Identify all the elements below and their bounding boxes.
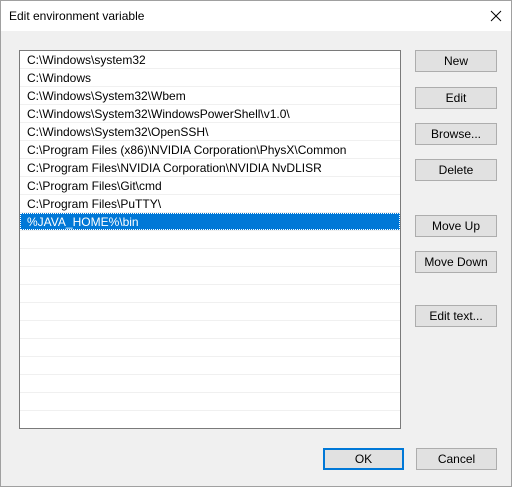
empty-list-row[interactable] [20,321,400,339]
title-bar: Edit environment variable [1,1,511,31]
empty-list-row[interactable] [20,267,400,285]
list-item[interactable]: %JAVA_HOME%\bin [20,213,400,231]
move-up-button[interactable]: Move Up [415,215,497,237]
list-item[interactable]: C:\Windows [20,69,400,87]
edit-button[interactable]: Edit [415,87,497,109]
empty-list-row[interactable] [20,231,400,249]
empty-list-row[interactable] [20,339,400,357]
edit-text-button[interactable]: Edit text... [415,305,497,327]
empty-list-row[interactable] [20,357,400,375]
empty-list-row[interactable] [20,411,400,428]
close-icon [490,10,502,22]
list-item[interactable]: C:\Windows\system32 [20,51,400,69]
delete-button[interactable]: Delete [415,159,497,181]
new-button[interactable]: New [415,50,497,72]
empty-list-row[interactable] [20,249,400,267]
list-item[interactable]: C:\Program Files\NVIDIA Corporation\NVID… [20,159,400,177]
ok-button[interactable]: OK [323,448,404,470]
path-list[interactable]: C:\Windows\system32 C:\Windows C:\Windows\… [19,50,401,429]
browse-button[interactable]: Browse... [415,123,497,145]
empty-list-row[interactable] [20,393,400,411]
dialog-title: Edit environment variable [9,9,145,23]
list-item[interactable]: C:\Program Files\Git\cmd [20,177,400,195]
cancel-button[interactable]: Cancel [416,448,497,470]
list-item[interactable]: C:\Windows\System32\Wbem [20,87,400,105]
close-button[interactable] [481,1,511,31]
list-item[interactable]: C:\Windows\System32\WindowsPowerShell\v1… [20,105,400,123]
list-item[interactable]: C:\Program Files\PuTTY\ [20,195,400,213]
edit-environment-variable-dialog: Edit environment variable C:\Windows\sys… [0,0,512,487]
move-down-button[interactable]: Move Down [415,251,497,273]
empty-list-row[interactable] [20,375,400,393]
empty-list-row[interactable] [20,285,400,303]
list-item[interactable]: C:\Program Files (x86)\NVIDIA Corporatio… [20,141,400,159]
list-item[interactable]: C:\Windows\System32\OpenSSH\ [20,123,400,141]
empty-list-row[interactable] [20,303,400,321]
